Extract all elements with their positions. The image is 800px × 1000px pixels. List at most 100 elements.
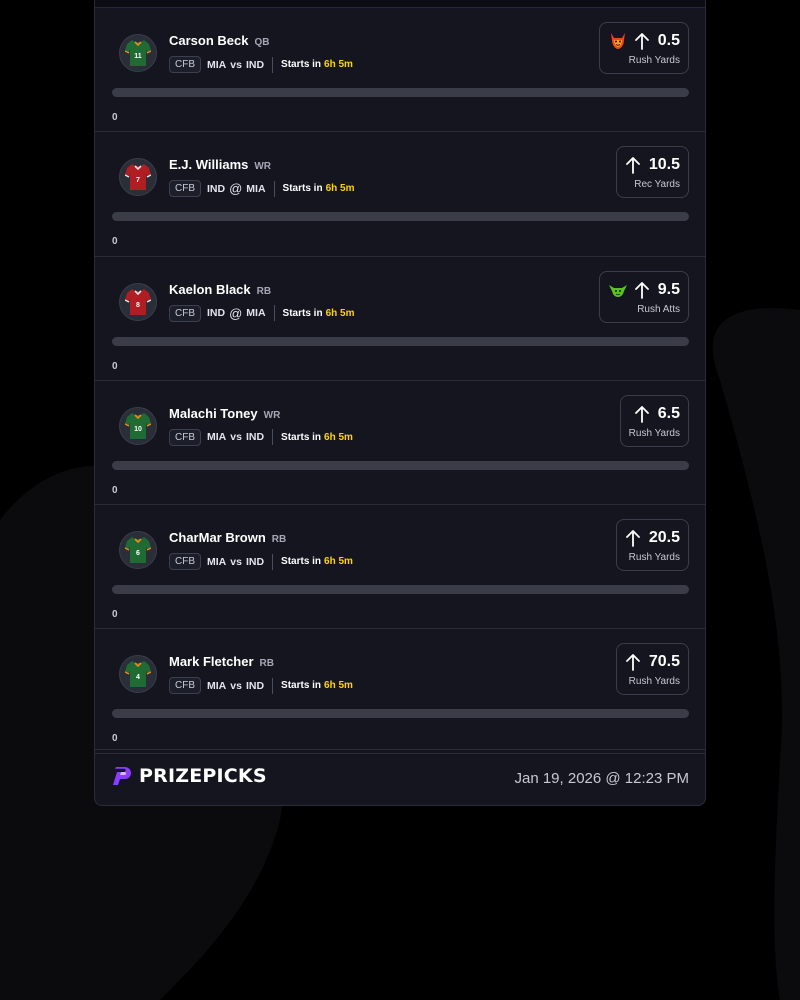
prop-line-value: 10.5	[648, 156, 680, 174]
player-name: Carson Beck QB	[169, 33, 269, 48]
projection-row[interactable]: 8 Kaelon Black RB CFB IND @ MIA Starts in…	[95, 257, 705, 381]
matchup-separator: vs	[230, 679, 242, 692]
countdown: 6h 5m	[325, 307, 355, 319]
entry-timestamp: Jan 19, 2026 @ 12:23 PM	[514, 770, 689, 787]
player-position: QB	[254, 37, 270, 48]
jersey-number: 8	[136, 302, 140, 309]
prizepicks-logo-icon	[113, 767, 131, 785]
prop-line-box[interactable]: 20.5 Rush Yards	[615, 519, 689, 572]
matchup-separator: vs	[230, 58, 242, 71]
player-name: E.J. Williams WR	[169, 157, 271, 172]
stat-type: Rush Atts	[637, 303, 680, 315]
player-position: WR	[254, 161, 272, 173]
player-name-text: Kaelon Black	[169, 281, 251, 297]
game-info: CFB IND @ MIA Starts in 6h 5m	[169, 304, 355, 322]
progress-value: 0	[112, 360, 118, 372]
prizepicks-logo: PRIZEPICKS	[111, 764, 267, 788]
team: IND	[207, 182, 226, 195]
stat-type: Rush Yards	[628, 676, 680, 688]
player-name: Malachi Toney WR	[169, 406, 280, 421]
matchup-separator: @	[229, 305, 243, 321]
player-name: Mark Fletcher RB	[169, 654, 274, 669]
jersey-icon: 8	[125, 288, 151, 315]
projection-row[interactable]: 7 E.J. Williams WR CFB IND @ MIA Starts i…	[95, 132, 705, 257]
countdown: 6h 5m	[324, 680, 353, 692]
matchup-separator: vs	[230, 431, 242, 444]
game-info: CFB MIA vs IND Starts in 6h 5m	[169, 56, 353, 73]
prop-line-box[interactable]: 10.5 Rec Yards	[615, 146, 689, 199]
player-avatar: 4	[119, 655, 157, 694]
prop-line-value: 6.5	[657, 404, 680, 422]
matchup-separator: @	[229, 181, 243, 197]
brand-name: PRIZEPICKS	[139, 765, 267, 787]
card-footer: PRIZEPICKS Jan 19, 2026 @ 12:23 PM	[95, 749, 705, 805]
starts-label: Starts in	[281, 680, 322, 692]
stat-type: Rush Yards	[628, 55, 680, 66]
arrow-up-icon	[625, 530, 640, 548]
player-name-text: Carson Beck	[169, 33, 249, 48]
game-info: CFB MIA vs IND Starts in 6h 5m	[169, 553, 353, 571]
meta-divider	[272, 677, 274, 694]
opponent: MIA	[246, 182, 266, 195]
game-info: CFB MIA vs IND Starts in 6h 5m	[169, 428, 353, 446]
projection-row[interactable]: 11 Carson Beck QB CFB MIA vs IND Starts i…	[95, 8, 705, 133]
player-position: WR	[263, 409, 281, 421]
projection-row[interactable]: 6 CharMar Brown RB CFB MIA vs IND Starts …	[95, 505, 705, 630]
player-name-text: CharMar Brown	[169, 530, 266, 546]
jersey-icon: 7	[125, 164, 151, 191]
countdown: 6h 5m	[324, 556, 353, 568]
prop-line-box[interactable]: 70.5 Rush Yards	[615, 643, 689, 696]
progress-bar	[112, 336, 689, 346]
countdown: 6h 5m	[324, 431, 353, 443]
progress-value: 0	[112, 112, 118, 123]
league-badge: CFB	[169, 304, 201, 322]
league-badge: CFB	[169, 56, 201, 73]
arrow-up-icon	[634, 281, 649, 299]
progress-value: 0	[112, 609, 118, 621]
player-name-text: Malachi Toney	[169, 405, 258, 421]
matchup-separator: vs	[230, 555, 242, 568]
arrow-up-icon	[625, 157, 640, 175]
team: MIA	[207, 58, 227, 71]
arrow-up-icon	[625, 654, 640, 672]
prop-line-value: 9.5	[657, 280, 680, 298]
stat-type: Rush Yards	[628, 427, 680, 439]
meta-divider	[273, 180, 275, 197]
jersey-number: 10	[134, 426, 142, 433]
player-avatar: 6	[119, 531, 157, 570]
prop-line-box[interactable]: 6.5 Rush Yards	[619, 394, 689, 447]
player-name-text: Mark Fletcher	[169, 654, 254, 670]
projection-list: 11 Carson Beck QB CFB MIA vs IND Starts i…	[95, 8, 705, 754]
player-avatar: 11	[119, 34, 157, 72]
goblin-icon	[608, 284, 627, 297]
progress-bar	[112, 585, 689, 595]
opponent: MIA	[246, 307, 266, 320]
projection-row[interactable]: 10 Malachi Toney WR CFB MIA vs IND Starts…	[95, 381, 705, 506]
jersey-number: 7	[136, 177, 140, 184]
league-badge: CFB	[169, 553, 201, 571]
progress-value: 0	[112, 236, 118, 248]
progress-bar	[112, 212, 689, 222]
prop-line-value: 20.5	[648, 529, 680, 547]
demon-icon	[610, 33, 625, 49]
starts-label: Starts in	[281, 59, 322, 70]
team: MIA	[207, 679, 227, 692]
team: MIA	[207, 555, 227, 568]
league-badge: CFB	[169, 428, 201, 446]
jersey-number: 4	[136, 674, 140, 681]
entry-card: 11 Carson Beck QB CFB MIA vs IND Starts i…	[94, 0, 706, 806]
player-position: RB	[256, 285, 272, 297]
starts-label: Starts in	[281, 556, 322, 568]
player-position: RB	[259, 658, 274, 670]
prop-line-box[interactable]: 0.5 Rush Yards	[598, 22, 689, 74]
projection-row[interactable]: 4 Mark Fletcher RB CFB MIA vs IND Starts …	[95, 629, 705, 754]
progress-bar	[112, 88, 689, 97]
jersey-icon: 10	[125, 412, 151, 439]
meta-divider	[272, 553, 274, 570]
opponent: IND	[245, 555, 265, 568]
league-badge: CFB	[169, 677, 201, 695]
jersey-number: 11	[134, 53, 142, 60]
jersey-icon: 11	[125, 40, 151, 66]
prop-line-value: 0.5	[657, 32, 680, 49]
prop-line-box[interactable]: 9.5 Rush Atts	[598, 270, 689, 323]
